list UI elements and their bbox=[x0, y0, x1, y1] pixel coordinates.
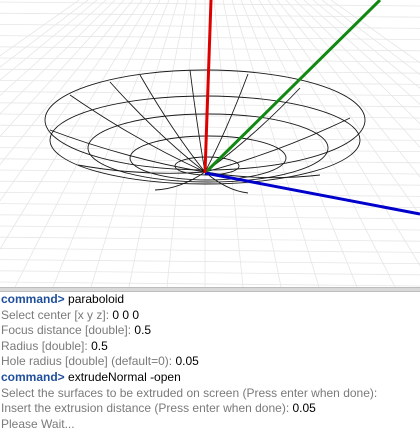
console-line-9: Please Wait... bbox=[1, 417, 420, 430]
grid-line bbox=[222, 0, 282, 287]
param-value: 0.5 bbox=[134, 323, 152, 338]
z-axis-line bbox=[203, 0, 213, 174]
param-label: Hole radius [double] (default=0): bbox=[1, 354, 173, 369]
grid-line bbox=[0, 0, 80, 57]
console-line-5: Hole radius [double] (default=0): 0.05 bbox=[1, 354, 420, 370]
grid-line bbox=[0, 236, 420, 242]
grid-line bbox=[0, 192, 420, 197]
grid-line bbox=[128, 0, 188, 287]
3d-viewport[interactable] bbox=[0, 0, 420, 287]
x-axis-line bbox=[204, 171, 420, 216]
param-value: 0.05 bbox=[175, 354, 199, 369]
grid-line bbox=[231, 0, 320, 287]
grid-line bbox=[0, 281, 420, 287]
console-line-4: Radius [double]: 0.5 bbox=[1, 339, 420, 355]
param-label: Focus distance [double]: bbox=[1, 323, 132, 338]
command-prompt: command> bbox=[1, 292, 65, 306]
param-label: Select center [x y z]: bbox=[1, 307, 110, 322]
grid-line bbox=[0, 203, 420, 208]
grid-line bbox=[0, 248, 420, 253]
grid-line bbox=[0, 0, 98, 81]
grid-line bbox=[0, 0, 134, 166]
param-value: 0 0 0 bbox=[112, 307, 140, 322]
scene-canvas[interactable] bbox=[0, 0, 420, 287]
grid-line bbox=[0, 0, 152, 250]
grid-line bbox=[0, 113, 420, 119]
command-console[interactable]: command> paraboloid Select center [x y z… bbox=[0, 292, 420, 430]
grid-line bbox=[249, 0, 396, 287]
grid-line bbox=[0, 214, 420, 220]
grid-line bbox=[312, 0, 420, 89]
grid-line bbox=[52, 0, 170, 287]
grid-line bbox=[0, 0, 89, 68]
param-label: Radius [double]: bbox=[1, 338, 88, 353]
grid-line bbox=[0, 80, 420, 85]
command-text: paraboloid bbox=[68, 292, 125, 306]
grid-line bbox=[240, 0, 358, 287]
console-line-8: Insert the extrusion distance (Press ent… bbox=[1, 401, 420, 417]
wireframe-rib bbox=[189, 69, 206, 173]
command-prompt: command> bbox=[1, 369, 65, 384]
status-text: Please Wait... bbox=[1, 416, 75, 430]
console-line-7: Select the surfaces to be extruded on sc… bbox=[1, 386, 420, 402]
param-label: Insert the extrusion distance (Press ent… bbox=[1, 401, 290, 416]
console-line-2: Select center [x y z]: 0 0 0 bbox=[1, 308, 420, 324]
y-axis-line bbox=[203, 0, 382, 175]
console-line-6: command> extrudeNormal -open bbox=[1, 370, 420, 386]
grid-line bbox=[90, 0, 179, 287]
grid-line bbox=[0, 225, 420, 231]
param-value: 0.5 bbox=[91, 338, 108, 353]
grid-line bbox=[0, 270, 420, 276]
console-line-1: command> paraboloid bbox=[1, 292, 420, 308]
grid-line bbox=[0, 136, 420, 141]
param-value: 0.05 bbox=[292, 401, 316, 416]
grid-line bbox=[0, 91, 420, 96]
command-text: extrudeNormal -open bbox=[68, 369, 181, 384]
grid-line bbox=[303, 0, 420, 105]
grid-line bbox=[213, 0, 244, 287]
console-line-3: Focus distance [double]: 0.5 bbox=[1, 323, 420, 339]
param-label: Select the surfaces to be extruded on sc… bbox=[1, 385, 378, 400]
grid-line bbox=[294, 0, 420, 125]
